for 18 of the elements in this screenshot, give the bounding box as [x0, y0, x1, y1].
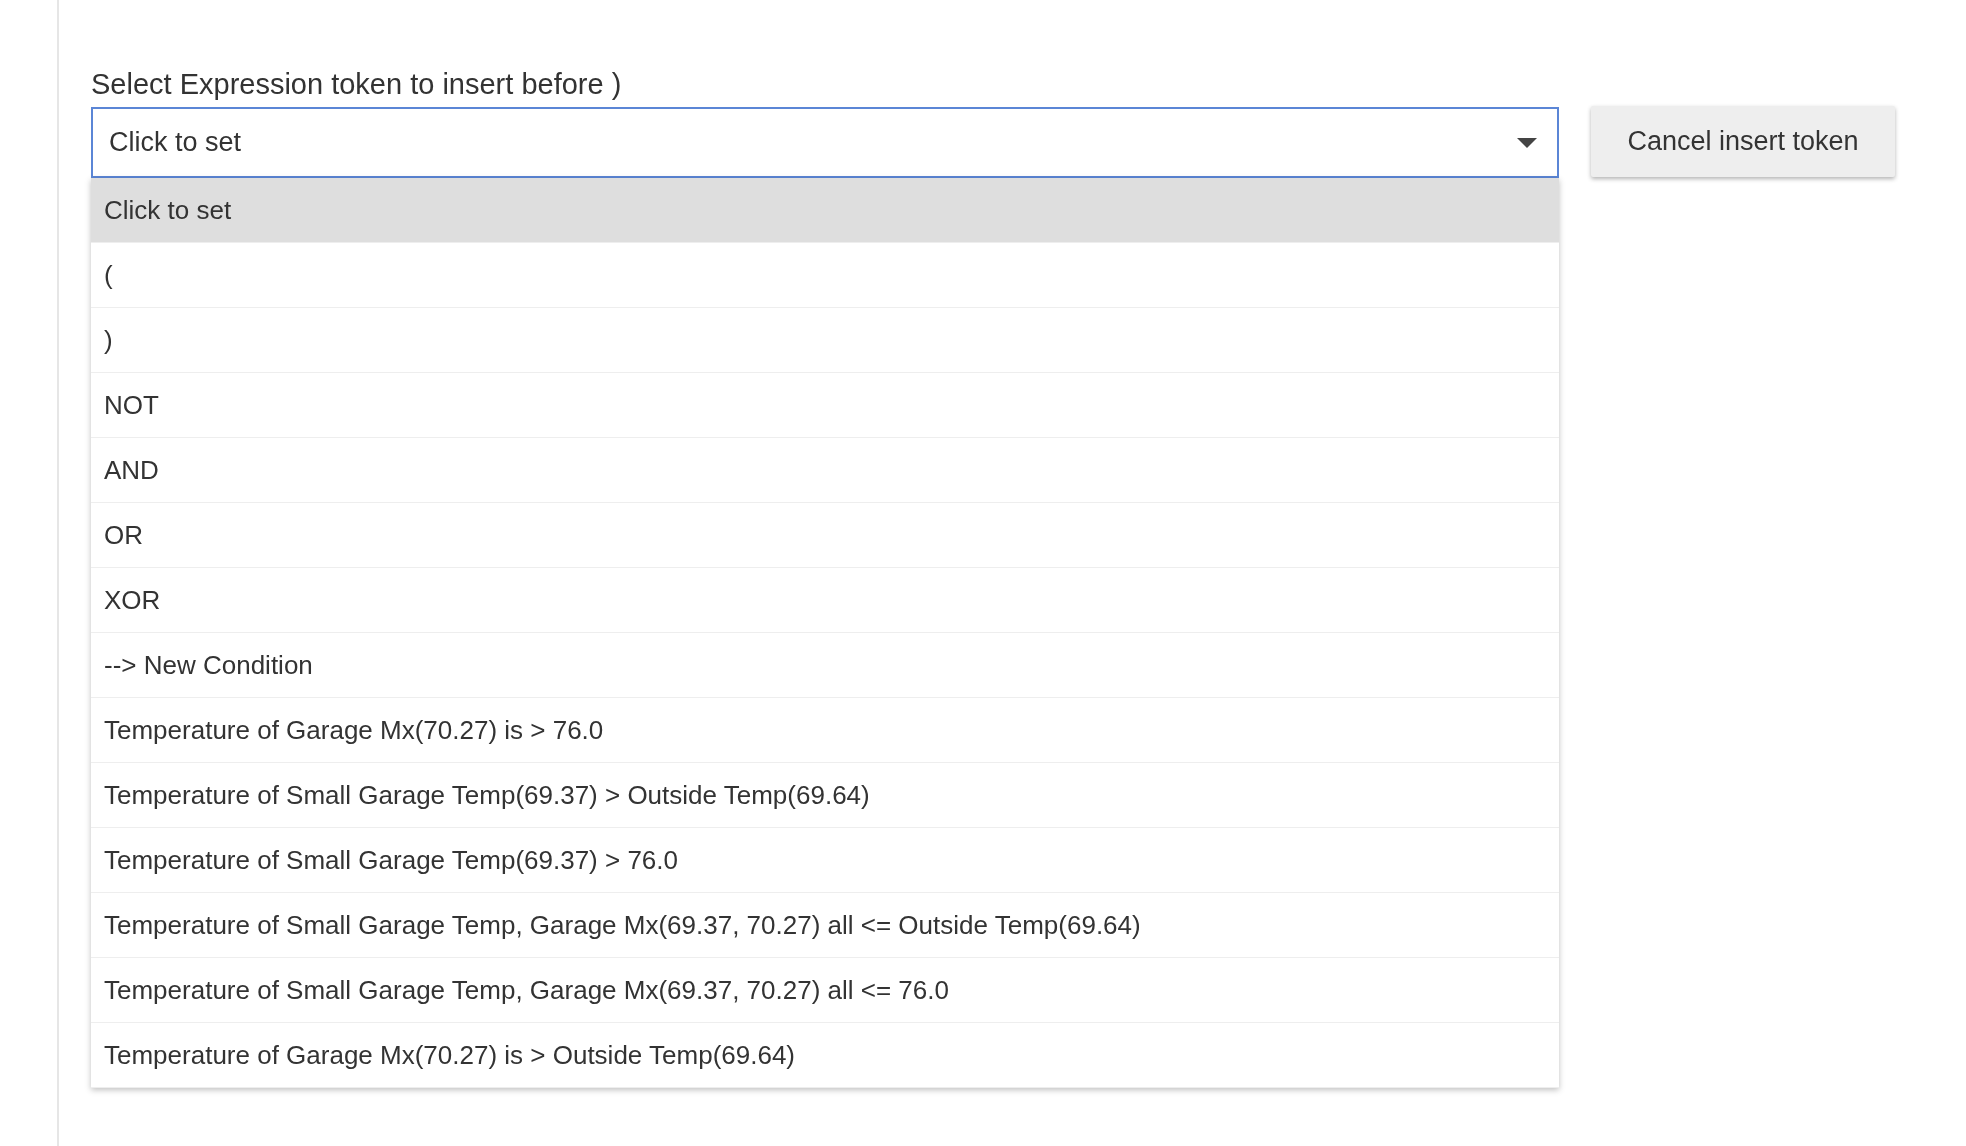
dropdown-option[interactable]: --> New Condition	[91, 633, 1559, 698]
dropdown-option[interactable]: Temperature of Garage Mx(70.27) is > Outside Temp(69.64)	[91, 1023, 1559, 1088]
token-select[interactable]: Click to set	[91, 107, 1559, 178]
cancel-button[interactable]: Cancel insert token	[1591, 106, 1895, 177]
dropdown-option[interactable]: Temperature of Small Garage Temp, Garage Mx(69.37, 70.27) all <= 76.0	[91, 958, 1559, 1023]
dropdown-option[interactable]: Temperature of Small Garage Temp, Garage Mx(69.37, 70.27) all <= Outside Temp(69.64)	[91, 893, 1559, 958]
dropdown-option[interactable]: AND	[91, 438, 1559, 503]
dropdown-option[interactable]: Temperature of Small Garage Temp(69.37) > Outside Temp(69.64)	[91, 763, 1559, 828]
field-label: Select Expression token to insert before )	[91, 68, 623, 101]
dropdown-option[interactable]: OR	[91, 503, 1559, 568]
dropdown-option[interactable]: XOR	[91, 568, 1559, 633]
dropdown-option[interactable]: )	[91, 308, 1559, 373]
dropdown-option[interactable]: Temperature of Garage Mx(70.27) is > 76.0	[91, 698, 1559, 763]
dropdown-option[interactable]: NOT	[91, 373, 1559, 438]
dropdown-option[interactable]: Click to set	[91, 178, 1559, 243]
dropdown-option[interactable]: Temperature of Small Garage Temp(69.37) > 76.0	[91, 828, 1559, 893]
dropdown-option[interactable]: (	[91, 243, 1559, 308]
caret-icon	[1517, 137, 1537, 148]
